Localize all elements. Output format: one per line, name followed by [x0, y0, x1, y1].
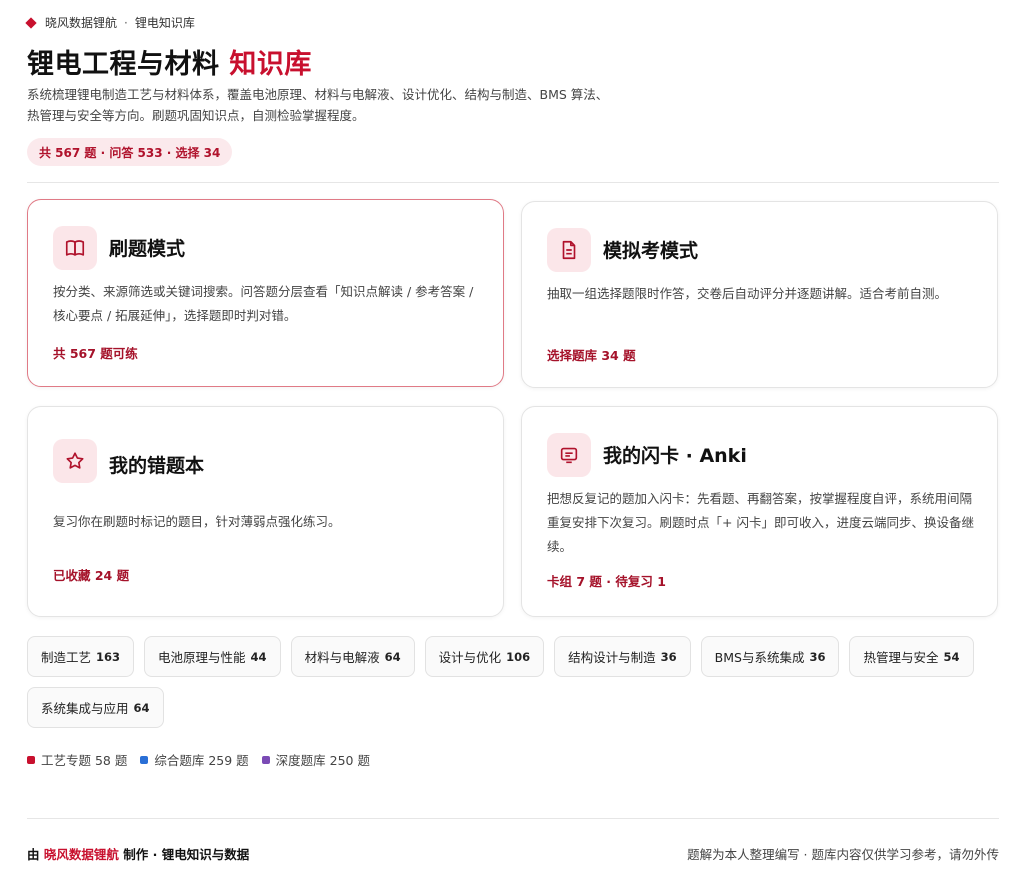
- card-meta: 选择题库 34 题: [547, 348, 636, 363]
- legend-label: 深度题库 250 题: [275, 753, 370, 768]
- breadcrumb-separator: ·: [124, 15, 128, 30]
- breadcrumb: 晓风数据锂航 · 锂电知识库: [25, 14, 195, 31]
- legend-item[interactable]: 深度题库 250 题: [261, 750, 370, 769]
- tag-label: 制造工艺: [41, 650, 92, 665]
- footer-disclaimer: 题解为本人整理编写 · 题库内容仅供学习参考，请勿外传: [687, 847, 999, 862]
- book-icon: [53, 226, 97, 270]
- card-wrong-questions[interactable]: 我的错题本 复习你在刷题时标记的题目，针对薄弱点强化练习。 已收藏 24 题: [27, 406, 504, 617]
- card-title: 我的错题本: [109, 455, 205, 477]
- star-icon: [53, 439, 97, 483]
- card-title: 我的闪卡 · Anki: [603, 445, 747, 467]
- tag-count: 64: [384, 649, 401, 664]
- card-description: 抽取一组选择题限时作答，交卷后自动评分并逐题讲解。适合考前自测。: [547, 286, 948, 301]
- title-accent: 知识库: [229, 49, 312, 80]
- footer-suffix: 制作 · 锂电知识与数据: [123, 847, 250, 862]
- tag-count: 64: [133, 700, 150, 715]
- category-tag[interactable]: BMS与系统集成 36: [700, 636, 840, 677]
- legend-label: 综合题库 259 题: [154, 753, 249, 768]
- breadcrumb-section: 锂电知识库: [134, 16, 195, 30]
- brand-diamond-icon: [25, 16, 37, 29]
- tag-label: 热管理与安全: [863, 650, 939, 665]
- source-legend: 工艺专题 58 题 综合题库 259 题 深度题库 250 题: [27, 750, 383, 769]
- category-tag[interactable]: 热管理与安全 54: [849, 636, 974, 677]
- legend-item[interactable]: 工艺专题 58 题: [27, 750, 127, 769]
- tag-label: 材料与电解液: [304, 650, 380, 665]
- category-tag[interactable]: 系统集成与应用 64: [27, 687, 164, 728]
- footer-prefix: 由: [27, 847, 40, 862]
- category-tag[interactable]: 制造工艺 163: [27, 636, 135, 677]
- category-tag[interactable]: 结构设计与制造 36: [554, 636, 691, 677]
- card-description: 把想反复记的题加入闪卡：先看题、再翻答案，按掌握程度自评，系统用间隔重复安排下次…: [547, 491, 974, 554]
- header-divider: [27, 182, 999, 183]
- tag-count: 106: [506, 649, 531, 664]
- brand-name[interactable]: 晓风数据锂航: [45, 14, 117, 31]
- card-flashcards-anki[interactable]: 我的闪卡 · Anki 把想反复记的题加入闪卡：先看题、再翻答案，按掌握程度自评…: [521, 406, 998, 617]
- flashcard-icon: [547, 433, 591, 477]
- document-icon: [547, 228, 591, 272]
- tag-count: 163: [96, 649, 121, 664]
- card-meta: 已收藏 24 题: [53, 568, 130, 583]
- card-mock-exam-mode[interactable]: 模拟考模式 抽取一组选择题限时作答，交卷后自动评分并逐题讲解。适合考前自测。 选…: [521, 201, 998, 388]
- footer-brand[interactable]: 晓风数据锂航: [44, 847, 119, 862]
- category-tag[interactable]: 电池原理与性能 44: [144, 636, 281, 677]
- legend-label: 工艺专题 58 题: [41, 753, 128, 768]
- tag-label: 结构设计与制造: [568, 650, 656, 665]
- category-tag[interactable]: 设计与优化 106: [424, 636, 545, 677]
- footer-divider: [27, 818, 999, 819]
- card-description: 按分类、来源筛选或关键词搜索。问答题分层查看「知识点解读 / 参考答案 / 核心…: [53, 284, 474, 323]
- tag-label: BMS与系统集成: [714, 650, 805, 665]
- footer-credit: 由 晓风数据锂航 制作 · 锂电知识与数据: [27, 844, 249, 863]
- tag-label: 系统集成与应用: [41, 701, 129, 716]
- category-tag[interactable]: 材料与电解液 64: [290, 636, 415, 677]
- page-title: 锂电工程与材料 知识库: [27, 42, 312, 81]
- tag-count: 36: [809, 649, 826, 664]
- card-description: 复习你在刷题时标记的题目，针对薄弱点强化练习。: [53, 514, 341, 529]
- category-tags: 制造工艺 163 电池原理与性能 44 材料与电解液 64 设计与优化 106 结构设计…: [27, 636, 1007, 728]
- card-title: 刷题模式: [109, 238, 186, 260]
- card-practice-mode[interactable]: 刷题模式 按分类、来源筛选或关键词搜索。问答题分层查看「知识点解读 / 参考答案…: [27, 199, 504, 387]
- tag-label: 设计与优化: [438, 650, 502, 665]
- legend-swatch: [140, 755, 149, 764]
- tag-count: 36: [660, 649, 677, 664]
- legend-item[interactable]: 综合题库 259 题: [140, 750, 249, 769]
- title-main: 锂电工程与材料: [27, 49, 220, 80]
- legend-swatch: [27, 755, 35, 764]
- page-description: 系统梳理锂电制造工艺与材料体系，覆盖电池原理、材料与电解液、设计优化、结构与制造…: [27, 87, 609, 123]
- card-meta: 共 567 题可练: [53, 346, 138, 361]
- tag-count: 44: [250, 649, 267, 664]
- stats-badge: 共 567 题 · 问答 533 · 选择 34: [27, 138, 233, 166]
- tag-count: 54: [943, 649, 960, 664]
- card-meta: 卡组 7 题 · 待复习 1: [547, 574, 666, 589]
- card-title: 模拟考模式: [603, 240, 699, 262]
- tag-label: 电池原理与性能: [158, 650, 246, 665]
- legend-swatch: [261, 755, 270, 764]
